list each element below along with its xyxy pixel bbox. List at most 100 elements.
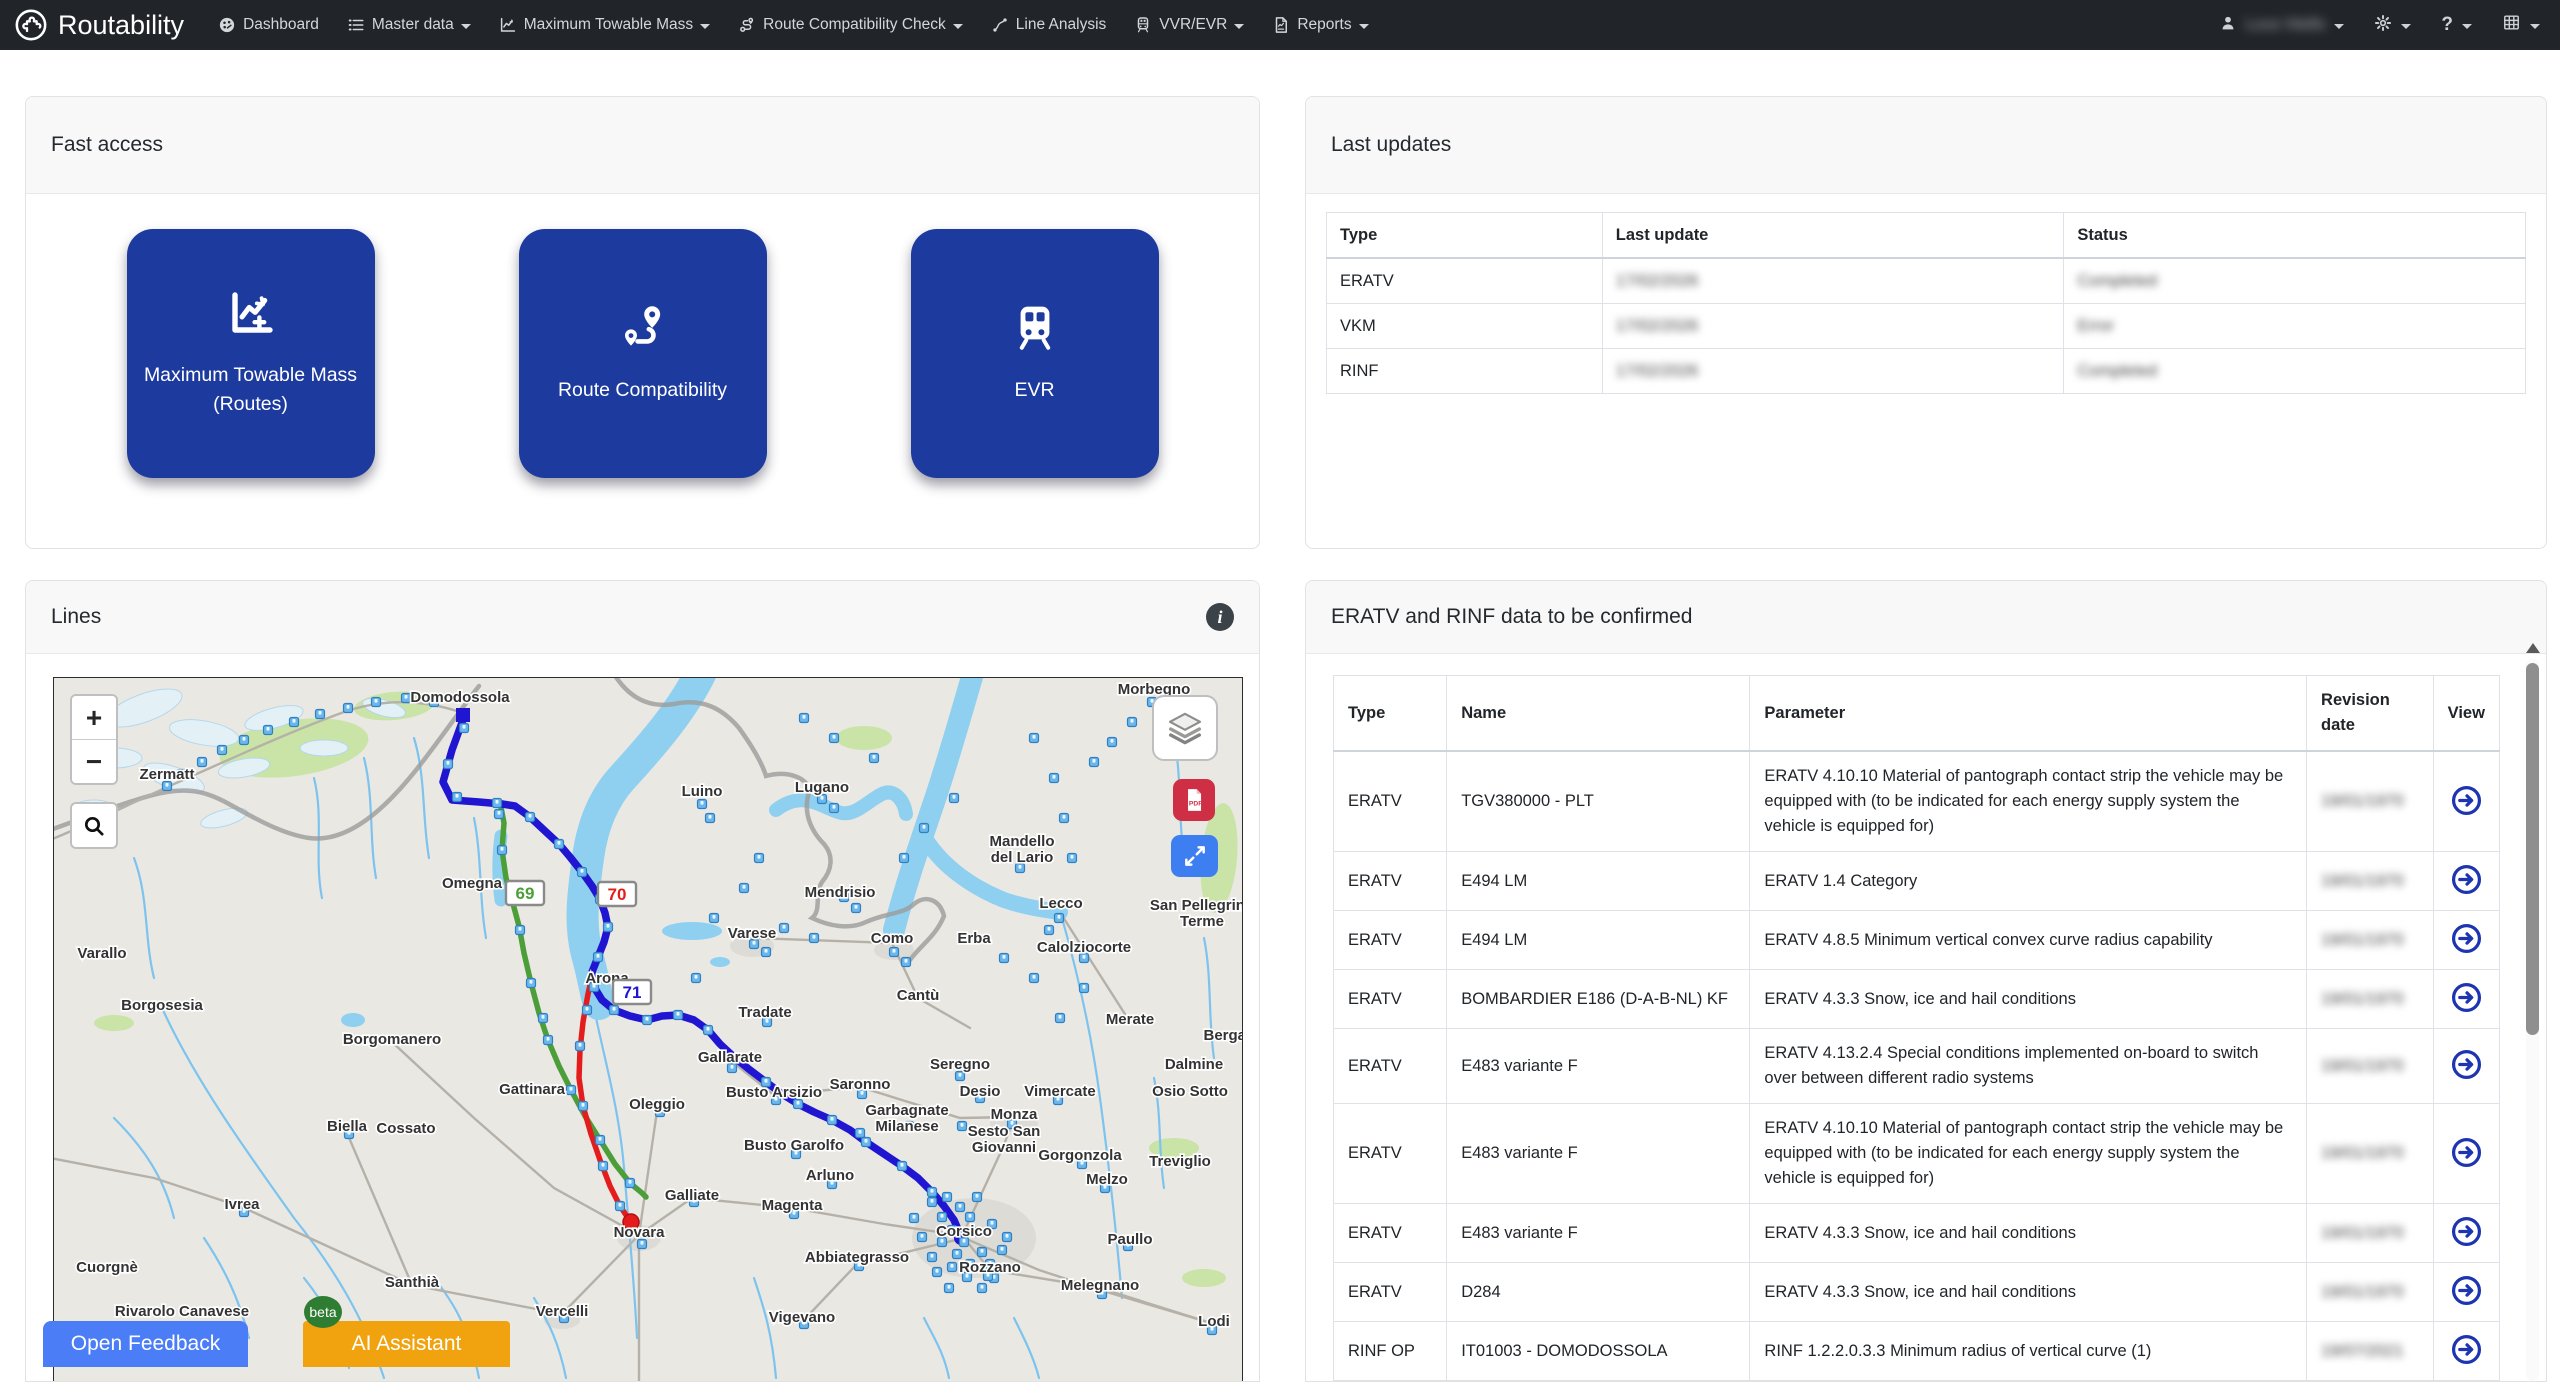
map-city-label: Gorgonzola <box>1038 1147 1122 1164</box>
fast-access-route-compatibility-button[interactable]: Route Compatibility <box>519 229 767 478</box>
reports-icon <box>1272 16 1290 34</box>
fast-access-maximum-towable-mass-button[interactable]: Maximum Towable Mass(Routes) <box>127 229 375 478</box>
settings-menu[interactable] <box>2374 14 2411 37</box>
map-city-label: Galliate <box>665 1187 719 1204</box>
view-record-button[interactable] <box>2451 1275 2482 1309</box>
navbar-right: Luca Vitello ? <box>2219 13 2540 37</box>
nav-item-vvr-evr[interactable]: VVR/EVR <box>1122 0 1256 50</box>
view-record-button[interactable] <box>2451 923 2482 957</box>
map-city-label: Novara <box>614 1224 666 1241</box>
update-date: 17/02/2026 <box>1602 349 2064 394</box>
zoom-in-button[interactable]: + <box>72 696 116 740</box>
station-marker <box>1090 758 1099 767</box>
scrollbar-up-arrow[interactable] <box>2526 643 2540 653</box>
nav-item-maximum-towable-mass[interactable]: Maximum Towable Mass <box>487 0 722 50</box>
column-header: View <box>2433 676 2499 752</box>
record-type: ERATV <box>1334 1029 1447 1104</box>
fast-access-evr-button[interactable]: EVR <box>911 229 1159 478</box>
info-icon[interactable]: i <box>1206 603 1234 631</box>
map-city-label: Rivarolo Canavese <box>115 1303 249 1320</box>
column-header: Type <box>1327 213 1603 259</box>
map-city-label: Cossato <box>376 1120 435 1137</box>
map-search-button[interactable] <box>70 802 118 849</box>
record-parameter: ERATV 4.3.3 Snow, ice and hail condition… <box>1750 1263 2307 1322</box>
map-city-label: Mandellodel Lario <box>989 833 1054 866</box>
record-revision-date: 19/01/1970 <box>2307 1104 2434 1204</box>
user-menu[interactable]: Luca Vitello <box>2219 14 2345 37</box>
map-city-label: Vercelli <box>536 1303 589 1320</box>
map-lake <box>710 957 730 967</box>
nav-item-dashboard[interactable]: Dashboard <box>206 0 331 50</box>
map-city-label: Borgomanero <box>343 1031 441 1048</box>
master-data-icon <box>347 16 365 34</box>
map-city-label: Cantù <box>897 987 940 1004</box>
nav-item-label: Master data <box>372 16 454 34</box>
record-revision-date: 19/01/1970 <box>2307 911 2434 970</box>
nav-item-route-compatibility-check[interactable]: Route Compatibility Check <box>726 0 975 50</box>
update-status: Error <box>2064 304 2526 349</box>
app-brand[interactable]: Routability <box>14 8 184 42</box>
scrollbar-thumb[interactable] <box>2526 663 2539 1035</box>
eratv-table-wrap: TypeNameParameterRevision dateView ERATV… <box>1333 675 2500 1381</box>
map-city-label: Luino <box>682 783 723 800</box>
record-parameter: ERATV 4.13.2.4 Special conditions implem… <box>1750 1029 2307 1104</box>
table-row: RINF OPIT01003 - DOMODOSSOLARINF 1.2.2.0… <box>1334 1322 2500 1381</box>
station-marker <box>1056 1014 1065 1023</box>
person-icon <box>2219 14 2237 37</box>
view-record-button[interactable] <box>2451 1137 2482 1171</box>
route-origin-marker[interactable] <box>456 708 470 722</box>
zoom-out-button[interactable]: − <box>72 740 116 783</box>
map-layers-button[interactable] <box>1152 695 1218 761</box>
map-fullscreen-button[interactable] <box>1171 835 1218 877</box>
record-name: E483 variante F <box>1447 1204 1750 1263</box>
station-marker <box>599 1162 608 1171</box>
table-scrollbar[interactable] <box>2525 641 2540 1381</box>
map-city-label: Gattinara <box>499 1081 566 1098</box>
map-green-area <box>1182 1269 1226 1287</box>
map-city-label: Santhià <box>385 1274 440 1291</box>
view-record-button[interactable] <box>2451 1049 2482 1083</box>
record-type: ERATV <box>1334 751 1447 852</box>
station-marker <box>539 1014 548 1023</box>
view-record-button[interactable] <box>2451 1216 2482 1250</box>
nav-item-master-data[interactable]: Master data <box>335 0 483 50</box>
nav-item-line-analysis[interactable]: Line Analysis <box>979 0 1118 50</box>
station-marker <box>495 810 504 819</box>
table-row: ERATVE494 LMERATV 4.8.5 Minimum vertical… <box>1334 911 2500 970</box>
svg-text:71: 71 <box>623 983 642 1002</box>
open-feedback-button[interactable]: Open Feedback <box>43 1321 248 1367</box>
ai-assistant-button[interactable]: AI Assistant <box>303 1321 510 1367</box>
map-city-label: Arluno <box>806 1167 854 1184</box>
map-export-pdf-button[interactable]: PDF <box>1173 779 1215 821</box>
view-record-button[interactable] <box>2451 982 2482 1016</box>
view-record-button[interactable] <box>2451 785 2482 819</box>
station-marker <box>1055 914 1064 923</box>
view-record-button[interactable] <box>2451 864 2482 898</box>
record-type: ERATV <box>1334 1263 1447 1322</box>
lines-map[interactable]: ZermattDomodossolaMorbegnoLuinoLuganoMen… <box>53 677 1243 1382</box>
chevron-down-icon <box>700 24 710 29</box>
map-city-label: Sesto SanGiovanni <box>968 1123 1041 1156</box>
chevron-down-icon <box>2334 24 2344 29</box>
map-green-area <box>836 726 892 750</box>
fast-access-label: EVR <box>1014 376 1054 404</box>
top-navbar: Routability Dashboard Master data Maximum … <box>0 0 2560 50</box>
apps-menu[interactable] <box>2502 13 2540 37</box>
help-menu[interactable]: ? <box>2441 14 2472 36</box>
station-marker <box>948 1263 957 1272</box>
station-marker <box>938 1213 947 1222</box>
line-analysis-icon <box>991 16 1009 34</box>
expand-icon <box>1182 843 1208 869</box>
nav-item-reports[interactable]: Reports <box>1260 0 1380 50</box>
station-marker <box>1000 954 1009 963</box>
beta-badge: beta <box>304 1296 342 1328</box>
chevron-down-icon <box>2401 24 2411 29</box>
record-name: IT01003 - DOMODOSSOLA <box>1447 1322 1750 1381</box>
eratv-rinf-table: TypeNameParameterRevision dateView ERATV… <box>1333 675 2500 1381</box>
map-city-label: Seregno <box>930 1056 990 1073</box>
station-marker <box>780 924 789 933</box>
record-parameter: ERATV 4.10.10 Material of pantograph con… <box>1750 1104 2307 1204</box>
view-record-button[interactable] <box>2451 1334 2482 1368</box>
station-marker <box>1108 738 1117 747</box>
station-marker <box>755 854 764 863</box>
